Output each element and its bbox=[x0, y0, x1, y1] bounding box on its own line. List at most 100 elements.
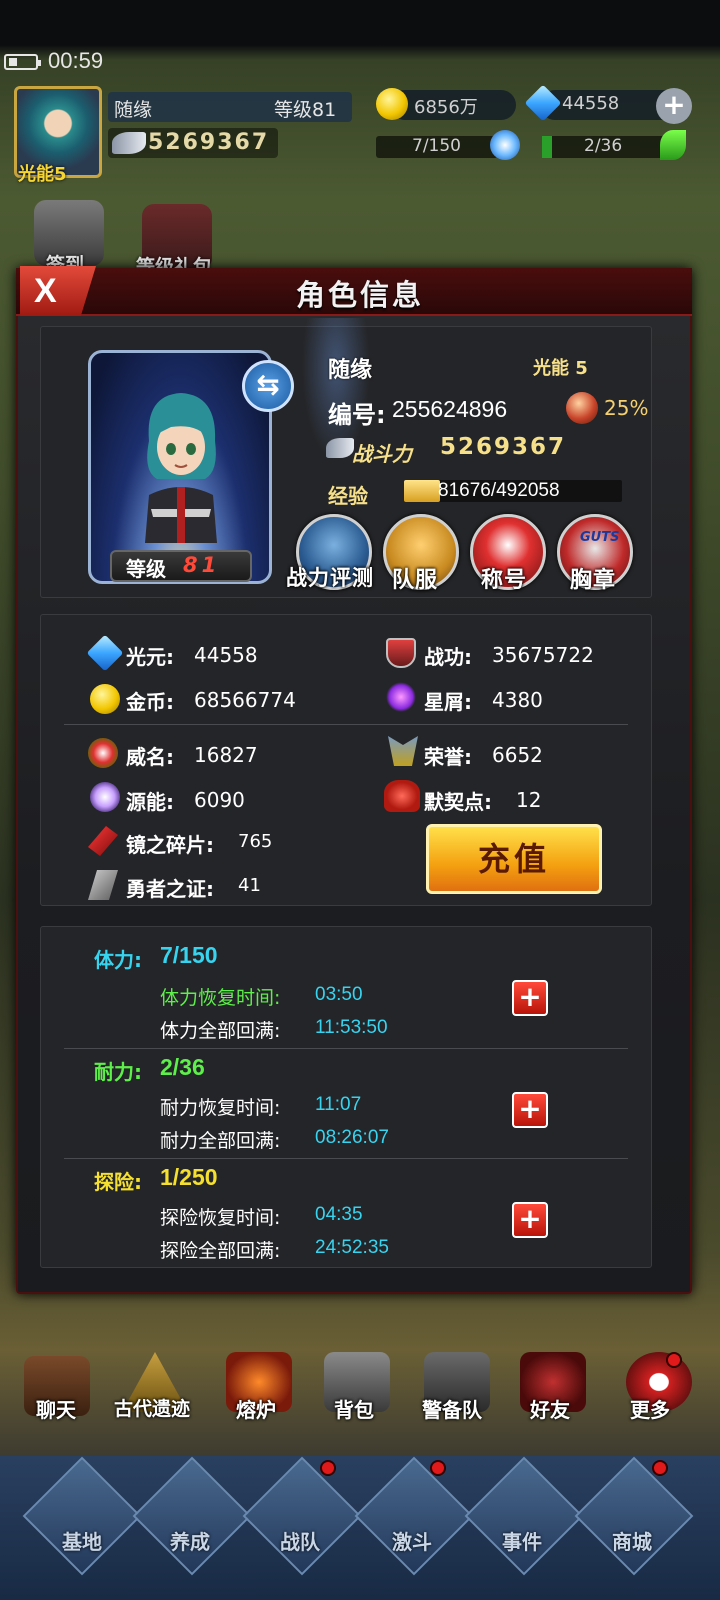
swap-character-button[interactable]: ⇆ bbox=[242, 360, 294, 412]
crystal-amount: 44558 bbox=[562, 93, 620, 114]
nav-battle-label: 激斗 bbox=[392, 1530, 432, 1554]
id-label: 编号: bbox=[328, 401, 386, 429]
naili-full-value: 08:26:07 bbox=[315, 1127, 389, 1148]
moqidian-label: 默契点: bbox=[424, 790, 492, 814]
endurance-top-value: 2/36 bbox=[584, 136, 623, 156]
naili-recover-value: 11:07 bbox=[315, 1094, 362, 1115]
add-naili-button[interactable]: + bbox=[512, 1092, 548, 1128]
tanxian-recover-label: 探险恢复时间: bbox=[160, 1207, 281, 1229]
stamina-top-value: 7/150 bbox=[412, 136, 461, 156]
tili-full-label: 体力全部回满: bbox=[160, 1020, 281, 1042]
friends-label: 好友 bbox=[530, 1398, 570, 1422]
stamina-divider-2 bbox=[64, 1158, 628, 1159]
yuanneng-value: 6090 bbox=[194, 788, 245, 812]
character-illustration bbox=[145, 393, 217, 543]
guangyuan-label: 光元: bbox=[126, 645, 174, 669]
level-plate-label: 等级 bbox=[126, 557, 166, 581]
moqidian-value: 12 bbox=[516, 788, 542, 812]
naili-label: 耐力: bbox=[94, 1060, 142, 1084]
character-name: 随缘 bbox=[328, 358, 373, 383]
bonus-orb-icon bbox=[566, 392, 598, 424]
ancient-ruins-label: 古代遗迹 bbox=[114, 1398, 191, 1420]
endurance-fill bbox=[542, 136, 552, 158]
status-bar bbox=[0, 0, 720, 45]
wing-icon bbox=[112, 132, 146, 154]
naili-value: 2/36 bbox=[160, 1054, 205, 1080]
id-value: 255624896 bbox=[392, 396, 508, 422]
nav-team-label: 战队 bbox=[280, 1530, 320, 1554]
guts-badge-text: GUTS bbox=[580, 530, 620, 545]
light-energy-badge: 光能5 bbox=[18, 164, 67, 185]
yongzhe-value: 41 bbox=[238, 875, 261, 896]
title-label: 称号 bbox=[481, 568, 528, 593]
rongyu-label: 荣誉: bbox=[424, 745, 472, 769]
battle-notification-dot bbox=[430, 1460, 446, 1476]
power-eval-label: 战力评测 bbox=[286, 566, 374, 590]
add-tili-button[interactable]: + bbox=[512, 980, 548, 1016]
power-label: 战斗力 bbox=[352, 442, 412, 466]
stamina-orb-icon bbox=[490, 130, 520, 160]
nav-shop-label: 商城 bbox=[612, 1530, 652, 1554]
naili-full-label: 耐力全部回满: bbox=[160, 1130, 281, 1152]
jingzhi-label: 镜之碎片: bbox=[126, 833, 214, 857]
team-uniform-label: 队服 bbox=[392, 568, 439, 593]
stardust-icon bbox=[386, 682, 416, 712]
tili-recover-label: 体力恢复时间: bbox=[160, 987, 281, 1009]
level-plate-value: 81 bbox=[183, 553, 221, 577]
bonus-percent: 25% bbox=[604, 396, 649, 420]
battery-icon bbox=[4, 54, 41, 70]
power-value: 5269367 bbox=[440, 434, 567, 460]
nav-develop-label: 养成 bbox=[170, 1530, 210, 1554]
weiming-value: 16827 bbox=[194, 743, 258, 767]
naili-recover-label: 耐力恢复时间: bbox=[160, 1097, 281, 1119]
player-level: 等级81 bbox=[274, 99, 337, 121]
clock: 00:59 bbox=[48, 48, 104, 73]
gold-coin-icon bbox=[376, 88, 408, 120]
exp-value: 81676/492058 bbox=[438, 480, 560, 501]
guangyuan-value: 44558 bbox=[194, 643, 258, 667]
shop-notification-dot bbox=[652, 1460, 668, 1476]
jingzhi-value: 765 bbox=[238, 831, 273, 852]
nav-base-label: 基地 bbox=[62, 1530, 102, 1554]
yongzhe-label: 勇者之证: bbox=[126, 877, 214, 901]
exp-bar-fill bbox=[404, 480, 440, 502]
tacit-points-icon bbox=[384, 780, 420, 812]
team-notification-dot bbox=[320, 1460, 336, 1476]
weiming-label: 威名: bbox=[126, 745, 174, 769]
guard-team-label: 警备队 bbox=[422, 1398, 482, 1422]
tanxian-label: 探险: bbox=[94, 1170, 142, 1194]
tanxian-full-value: 24:52:35 bbox=[315, 1237, 389, 1258]
recharge-button[interactable]: 充值 bbox=[426, 824, 602, 894]
exp-label: 经验 bbox=[328, 484, 368, 508]
rongyu-value: 6652 bbox=[492, 743, 543, 767]
light-energy-label: 光能 5 bbox=[533, 358, 588, 379]
prestige-icon bbox=[88, 738, 118, 768]
zhangong-label: 战功: bbox=[424, 645, 472, 669]
gold-amount: 6856万 bbox=[414, 97, 478, 118]
badge-label: 胸章 bbox=[570, 568, 617, 593]
zhangong-value: 35675722 bbox=[492, 643, 594, 667]
chat-label: 聊天 bbox=[36, 1398, 76, 1422]
add-currency-button[interactable]: + bbox=[656, 88, 692, 124]
merit-shield-icon bbox=[386, 638, 416, 668]
source-energy-icon bbox=[90, 782, 120, 812]
jinbi-label: 金币: bbox=[126, 690, 174, 714]
xingxie-label: 星屑: bbox=[424, 690, 472, 714]
dialog-title: 角色信息 bbox=[295, 278, 424, 312]
jinbi-value: 68566774 bbox=[194, 688, 296, 712]
furnace-label: 熔炉 bbox=[236, 1398, 276, 1422]
tanxian-value: 1/250 bbox=[160, 1164, 218, 1190]
tili-label: 体力: bbox=[94, 948, 142, 972]
stamina-divider-1 bbox=[64, 1048, 628, 1049]
backpack-label: 背包 bbox=[334, 1398, 374, 1422]
xingxie-value: 4380 bbox=[492, 688, 543, 712]
gold-coin-icon bbox=[90, 684, 120, 714]
add-tanxian-button[interactable]: + bbox=[512, 1202, 548, 1238]
resources-divider bbox=[64, 724, 628, 725]
tili-recover-value: 03:50 bbox=[315, 984, 363, 1005]
more-notification-dot bbox=[666, 1352, 682, 1368]
player-power: 5269367 bbox=[148, 130, 270, 155]
yuanneng-label: 源能: bbox=[126, 790, 174, 814]
wing-icon bbox=[326, 438, 354, 458]
tili-full-value: 11:53:50 bbox=[315, 1017, 388, 1038]
